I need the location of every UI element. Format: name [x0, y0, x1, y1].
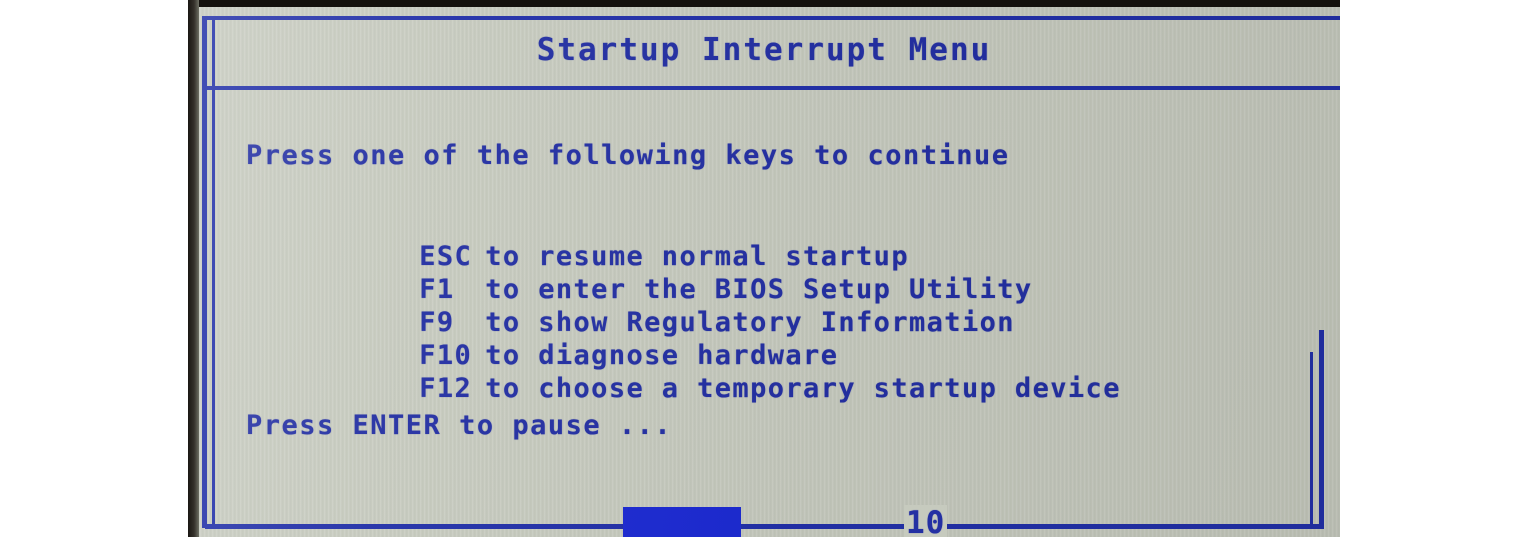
screen-bezel-top — [188, 0, 1340, 7]
window-border-bottom — [205, 524, 1324, 529]
pause-hint[interactable]: Press ENTER to pause ... — [246, 410, 672, 441]
window-border-left-inner — [212, 20, 215, 526]
instruction-prompt: Press one of the following keys to conti… — [246, 140, 1010, 171]
window-border-top — [202, 16, 1340, 20]
key-option-esc[interactable]: ESC to resume normal startup — [278, 207, 1121, 272]
bios-startup-interrupt-screen: Startup Interrupt Menu Press one of the … — [188, 0, 1340, 537]
key-label-esc: ESC — [419, 241, 473, 272]
key-label-f10: F10 — [419, 340, 473, 371]
laptop-screen-photo: Startup Interrupt Menu Press one of the … — [0, 0, 1525, 537]
window-border-left — [202, 18, 207, 528]
window-border-right — [1319, 330, 1324, 528]
title-separator-line — [202, 86, 1340, 90]
key-label-f9: F9 — [419, 307, 455, 338]
key-action-esc: to resume normal startup — [485, 241, 909, 272]
key-action-f9: to show Regulatory Information — [485, 307, 1015, 338]
boot-progress-indicator — [623, 507, 741, 537]
key-label-f1: F1 — [419, 274, 455, 305]
countdown-timer: 10 — [904, 505, 948, 537]
key-label-f12: F12 — [419, 373, 473, 404]
window-border-right-inner — [1310, 352, 1313, 528]
key-action-f10: to diagnose hardware — [485, 340, 839, 371]
key-action-f1: to enter the BIOS Setup Utility — [485, 274, 1033, 305]
key-action-f12: to choose a temporary startup device — [485, 373, 1121, 404]
page-title: Startup Interrupt Menu — [536, 32, 992, 68]
screen-bezel-left — [188, 0, 199, 537]
key-option-list: ESC to resume normal startup F1 to enter t… — [278, 207, 1121, 404]
